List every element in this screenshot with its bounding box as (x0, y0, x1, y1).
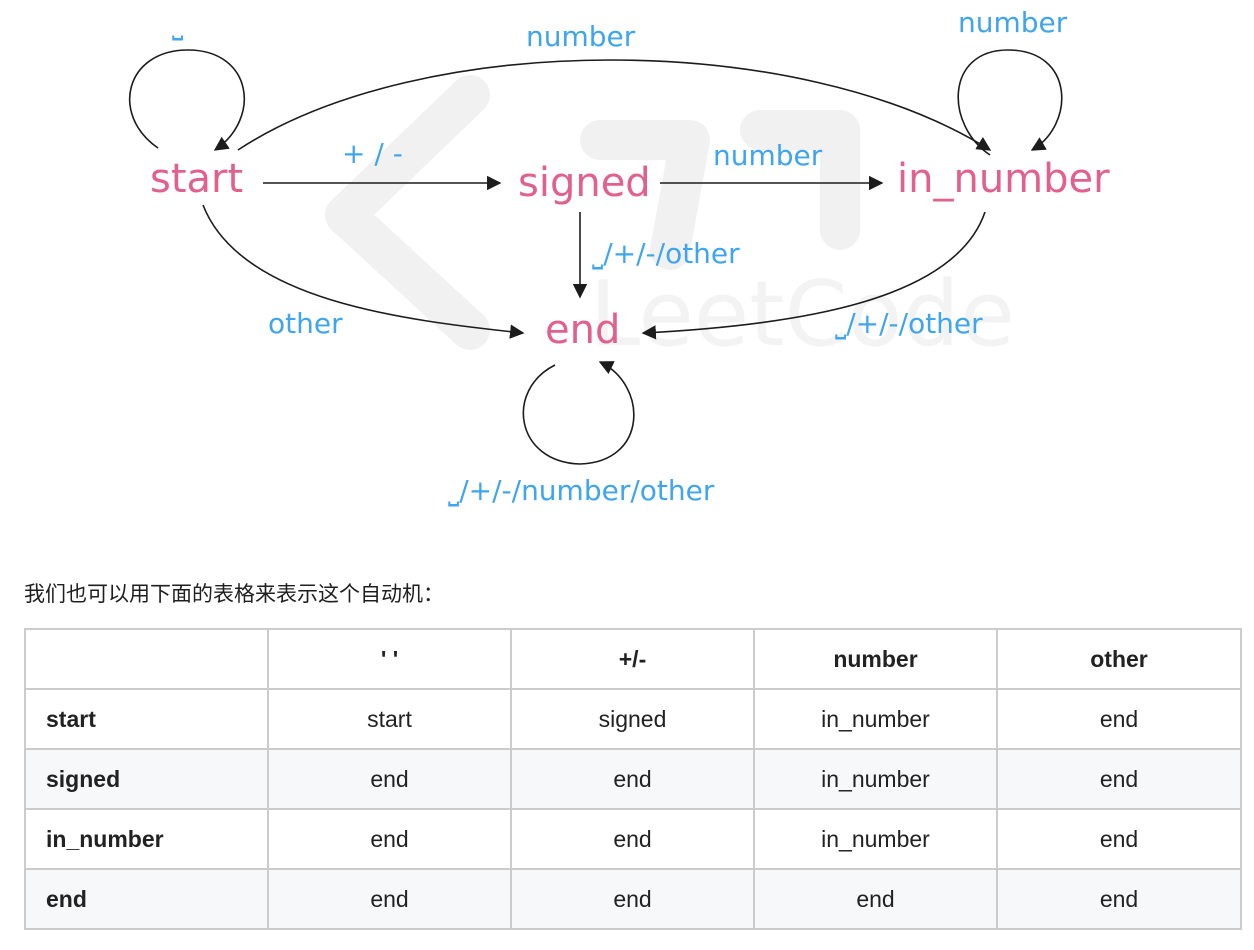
node-in-number: in_number (897, 156, 1110, 202)
header-other: other (996, 628, 1242, 690)
table-cell: in_number (753, 688, 998, 750)
table-cell: end (996, 688, 1242, 750)
row-state: end (24, 868, 269, 930)
node-signed: signed (518, 160, 651, 206)
header-sign: +/- (510, 628, 755, 690)
table-cell: start (267, 688, 512, 750)
transition-table: ' ' +/- number other start start signed … (24, 628, 1242, 930)
table-row: in_number end end in_number end (24, 808, 1242, 870)
label-in-number-loop: number (958, 6, 1068, 39)
header-space: ' ' (267, 628, 512, 690)
label-end-loop: ⎵/+/-/number/other (448, 474, 715, 507)
label-signed-to-in-number: number (713, 139, 823, 172)
caption-text: 我们也可以用下面的表格来表示这个自动机： (24, 582, 444, 606)
row-state: start (24, 688, 269, 750)
table-cell: end (510, 868, 755, 930)
table-cell: end (510, 748, 755, 810)
table-row: signed end end in_number end (24, 748, 1242, 810)
node-end: end (545, 307, 620, 353)
table-cell: in_number (753, 748, 998, 810)
label-signed-to-end: ⎵/+/-/other (592, 237, 740, 270)
table-cell: end (267, 808, 512, 870)
label-start-loop: ⎵ (172, 8, 183, 41)
table-row: end end end end end (24, 868, 1242, 930)
table-header-row: ' ' +/- number other (24, 628, 1242, 690)
label-start-to-in-number: number (526, 20, 636, 53)
table-cell: end (267, 868, 512, 930)
edge-start-loop (129, 49, 246, 151)
label-in-number-to-end: ⎵/+/-/other (835, 307, 983, 340)
row-state: signed (24, 748, 269, 810)
table-cell: end (267, 748, 512, 810)
edge-end-loop (522, 361, 635, 465)
header-number: number (753, 628, 998, 690)
header-empty (24, 628, 269, 690)
table-cell: end (996, 748, 1242, 810)
table-cell: end (996, 868, 1242, 930)
node-start: start (150, 156, 243, 202)
label-start-to-signed: + / - (342, 137, 403, 170)
table-cell: signed (510, 688, 755, 750)
state-diagram: LeetCode start signed in_number end ⎵ nu… (129, 6, 1110, 507)
table-cell: end (753, 868, 998, 930)
table-cell: end (510, 808, 755, 870)
row-state: in_number (24, 808, 269, 870)
label-start-to-end: other (268, 307, 343, 340)
table-row: start start signed in_number end (24, 688, 1242, 750)
edge-in-number-loop (957, 49, 1063, 156)
table-cell: in_number (753, 808, 998, 870)
table-cell: end (996, 808, 1242, 870)
